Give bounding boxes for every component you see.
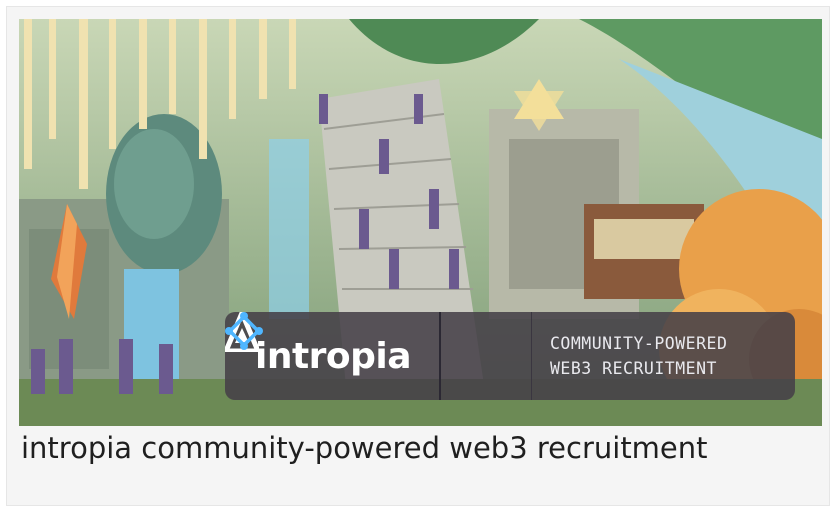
tagline-line-1: COMMUNITY-POWERED bbox=[550, 334, 728, 353]
overlay-divider bbox=[439, 312, 441, 400]
brand-overlay: intropia COMMUNITY-POWERED WEB3 RECRUITM… bbox=[225, 312, 795, 400]
brand-name: intropia bbox=[255, 335, 412, 377]
tagline-line-2: WEB3 RECRUITMENT bbox=[550, 359, 717, 378]
card-caption[interactable]: intropia community-powered web3 recruitm… bbox=[21, 431, 708, 465]
banner-image[interactable]: intropia COMMUNITY-POWERED WEB3 RECRUITM… bbox=[19, 19, 822, 426]
chain-link-icon bbox=[225, 312, 263, 350]
tagline: COMMUNITY-POWERED WEB3 RECRUITMENT bbox=[532, 331, 795, 381]
